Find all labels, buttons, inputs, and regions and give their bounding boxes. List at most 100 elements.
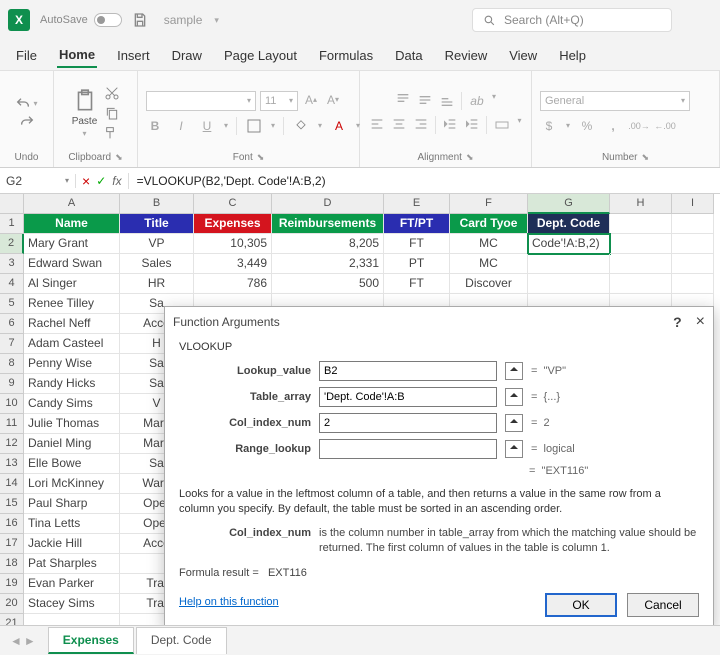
arg-input-col_index_num[interactable] <box>319 413 497 433</box>
merge-button[interactable] <box>493 116 511 134</box>
row-header[interactable]: 20 <box>0 594 24 614</box>
cell[interactable]: 8,205 <box>272 234 384 254</box>
menu-review[interactable]: Review <box>443 44 490 67</box>
range-picker-icon[interactable] <box>505 388 523 406</box>
cell[interactable]: Randy Hicks <box>24 374 120 394</box>
header-cell[interactable]: Title <box>120 214 194 234</box>
header-cell[interactable]: Dept. Code <box>528 214 610 234</box>
row-header[interactable]: 19 <box>0 574 24 594</box>
align-middle-icon[interactable] <box>417 92 433 108</box>
row-header[interactable]: 12 <box>0 434 24 454</box>
cell[interactable]: 3,449 <box>194 254 272 274</box>
bold-button[interactable]: B <box>146 117 164 135</box>
cell[interactable]: Jackie Hill <box>24 534 120 554</box>
col-header-I[interactable]: I <box>672 194 714 214</box>
dialog-close-icon[interactable]: × <box>696 313 705 331</box>
cell[interactable]: MC <box>450 234 528 254</box>
comma-button[interactable]: , <box>604 117 622 135</box>
decrease-font-icon[interactable]: A▾ <box>324 91 342 109</box>
row-header[interactable]: 16 <box>0 514 24 534</box>
cell[interactable] <box>528 274 610 294</box>
currency-button[interactable]: $ <box>540 117 558 135</box>
align-left-icon[interactable] <box>369 116 385 132</box>
row-header[interactable]: 4 <box>0 274 24 294</box>
cell[interactable]: Lori McKinney <box>24 474 120 494</box>
col-header-B[interactable]: B <box>120 194 194 214</box>
cell[interactable]: 10,305 <box>194 234 272 254</box>
select-all-corner[interactable] <box>0 194 24 214</box>
orientation-icon[interactable]: ab <box>468 92 486 110</box>
name-box[interactable]: G2▾ <box>0 174 76 188</box>
arg-input-table_array[interactable] <box>319 387 497 407</box>
italic-button[interactable]: I <box>172 117 190 135</box>
decrease-decimal-icon[interactable]: ←.00 <box>656 117 674 135</box>
decrease-indent-icon[interactable] <box>442 116 458 132</box>
cell[interactable]: Penny Wise <box>24 354 120 374</box>
align-bottom-icon[interactable] <box>439 92 455 108</box>
header-cell[interactable]: FT/PT <box>384 214 450 234</box>
row-header[interactable]: 8 <box>0 354 24 374</box>
autosave-toggle[interactable]: AutoSave <box>40 13 122 27</box>
cell[interactable]: Discover <box>450 274 528 294</box>
cell[interactable]: Candy Sims <box>24 394 120 414</box>
row-header[interactable]: 18 <box>0 554 24 574</box>
menu-page-layout[interactable]: Page Layout <box>222 44 299 67</box>
cell[interactable]: Evan Parker <box>24 574 120 594</box>
cell[interactable]: Daniel Ming <box>24 434 120 454</box>
row-header[interactable]: 7 <box>0 334 24 354</box>
underline-button[interactable]: U <box>198 117 216 135</box>
cell[interactable]: 2,331 <box>272 254 384 274</box>
cell[interactable]: Rachel Neff <box>24 314 120 334</box>
col-header-F[interactable]: F <box>450 194 528 214</box>
copy-icon[interactable] <box>104 105 120 121</box>
col-header-C[interactable]: C <box>194 194 272 214</box>
header-cell[interactable]: Card Tyoe <box>450 214 528 234</box>
row-header[interactable]: 10 <box>0 394 24 414</box>
increase-decimal-icon[interactable]: .00→ <box>630 117 648 135</box>
number-format-select[interactable]: General▾ <box>540 91 690 111</box>
accept-formula-icon[interactable]: ✓ <box>96 174 106 188</box>
row-header[interactable]: 3 <box>0 254 24 274</box>
menu-file[interactable]: File <box>14 44 39 67</box>
sheet-prev-icon[interactable]: ◄ <box>10 634 22 648</box>
paste-button[interactable]: Paste ▾ <box>72 88 98 138</box>
switch-off-icon[interactable] <box>94 13 122 27</box>
menu-home[interactable]: Home <box>57 43 97 68</box>
cell[interactable]: PT <box>384 254 450 274</box>
sheet-next-icon[interactable]: ► <box>24 634 36 648</box>
col-header-H[interactable]: H <box>610 194 672 214</box>
cell[interactable]: VP <box>120 234 194 254</box>
col-header-E[interactable]: E <box>384 194 450 214</box>
cell[interactable] <box>528 254 610 274</box>
cut-icon[interactable] <box>104 85 120 101</box>
header-cell[interactable]: Expenses <box>194 214 272 234</box>
arg-input-range_lookup[interactable] <box>319 439 497 459</box>
search-input[interactable]: Search (Alt+Q) <box>472 8 672 32</box>
menu-formulas[interactable]: Formulas <box>317 44 375 67</box>
cell[interactable]: Tina Letts <box>24 514 120 534</box>
cell[interactable]: Elle Bowe <box>24 454 120 474</box>
cell[interactable]: Julie Thomas <box>24 414 120 434</box>
row-header[interactable]: 13 <box>0 454 24 474</box>
cell[interactable] <box>610 234 672 254</box>
percent-button[interactable]: % <box>578 117 596 135</box>
increase-indent-icon[interactable] <box>464 116 480 132</box>
increase-font-icon[interactable]: A▴ <box>302 91 320 109</box>
cell[interactable]: 500 <box>272 274 384 294</box>
cell[interactable]: MC <box>450 254 528 274</box>
cell[interactable]: Mary Grant <box>24 234 120 254</box>
col-header-G[interactable]: G <box>528 194 610 214</box>
sheet-tab-expenses[interactable]: Expenses <box>48 627 134 654</box>
cell[interactable] <box>610 274 672 294</box>
clipboard-launcher-icon[interactable]: ⬊ <box>115 152 123 163</box>
arg-input-lookup_value[interactable] <box>319 361 497 381</box>
format-painter-icon[interactable] <box>104 125 120 141</box>
header-cell[interactable]: Name <box>24 214 120 234</box>
font-launcher-icon[interactable]: ⬊ <box>257 152 265 163</box>
border-button[interactable] <box>245 117 263 135</box>
row-header[interactable]: 14 <box>0 474 24 494</box>
header-cell[interactable]: Reimbursements <box>272 214 384 234</box>
range-picker-icon[interactable] <box>505 362 523 380</box>
save-icon[interactable] <box>132 12 148 28</box>
align-center-icon[interactable] <box>391 116 407 132</box>
